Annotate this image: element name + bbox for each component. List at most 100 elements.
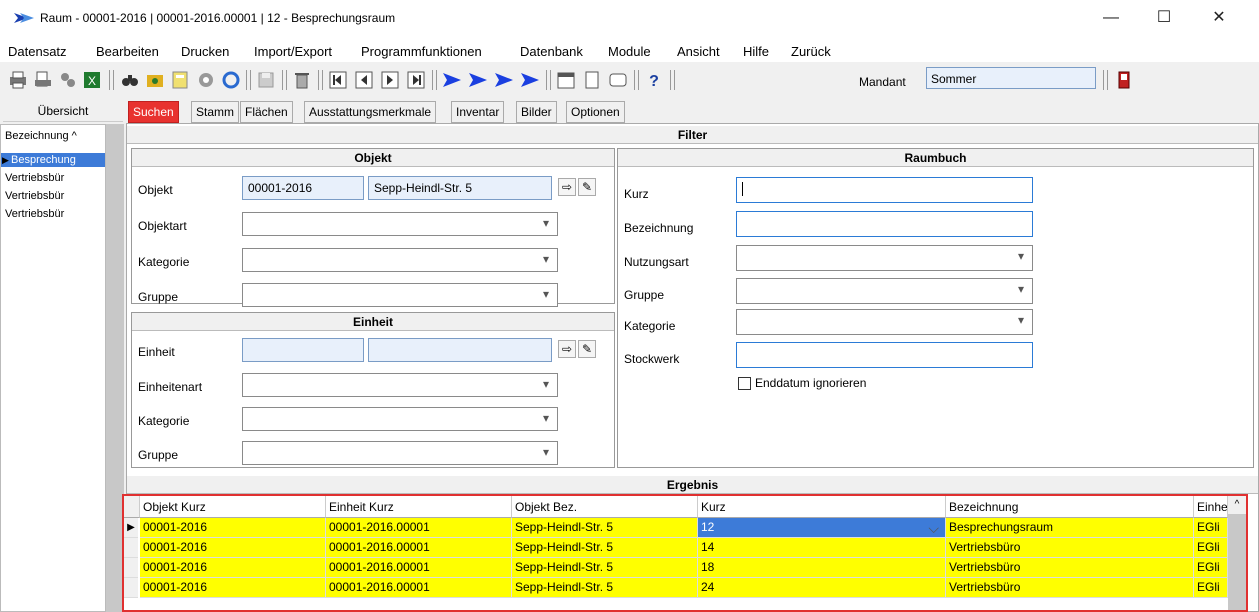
menu-module[interactable]: Module (608, 44, 651, 59)
table-row[interactable]: ▶ 00001-2016 00001-2016.00001 Sepp-Heind… (124, 518, 1228, 538)
maximize-button[interactable]: ☐ (1144, 6, 1184, 30)
menu-datenbank[interactable]: Datenbank (520, 44, 583, 59)
delete-icon[interactable] (292, 70, 312, 90)
arrow-si-icon[interactable] (494, 70, 514, 90)
exit-door-icon[interactable] (1114, 70, 1134, 90)
excel-icon[interactable]: X (82, 70, 102, 90)
menu-drucken[interactable]: Drucken (181, 44, 229, 59)
table-cell: 00001-2016 (140, 538, 326, 558)
tab-ausstattungsmerkmale[interactable]: Ausstattungsmerkmale (304, 101, 437, 123)
list-item[interactable]: Vertriebsbür (1, 207, 105, 221)
objekt-gruppe-select[interactable]: ▾ (242, 283, 558, 307)
list-item[interactable]: Vertriebsbür (1, 189, 105, 203)
app-arrow-icon (14, 13, 34, 23)
tab-inventar[interactable]: Inventar (451, 101, 505, 123)
refresh-icon[interactable] (221, 70, 241, 90)
tab-optionen[interactable]: Optionen (566, 101, 625, 123)
menu-bearbeiten[interactable]: Bearbeiten (96, 44, 159, 59)
column-header[interactable]: Kurz (698, 496, 946, 518)
einheit-gruppe-select[interactable]: ▾ (242, 441, 558, 465)
objekt-gruppe-label: Gruppe (138, 290, 179, 304)
open-folder-icon[interactable] (145, 70, 165, 90)
arrow-right-icon[interactable]: ⇨ (558, 340, 576, 358)
bezeichnung-input[interactable] (736, 211, 1033, 237)
kurz-input[interactable] (736, 177, 1033, 203)
enddatum-checkbox[interactable] (738, 377, 751, 390)
binoculars-icon[interactable] (120, 70, 140, 90)
table-cell: EGli (1194, 578, 1228, 598)
tab-flaechen[interactable]: Flächen (240, 101, 293, 123)
objekt-name-field[interactable]: Sepp-Heindl-Str. 5 (368, 176, 552, 200)
einheit-number-field[interactable] (242, 338, 364, 362)
list-header[interactable]: Bezeichnung ^ (1, 129, 105, 143)
einheit-label: Einheit (138, 345, 175, 359)
column-header[interactable]: Bezeichnung (946, 496, 1194, 518)
table-row[interactable]: 00001-2016 00001-2016.00001 Sepp-Heindl-… (124, 578, 1228, 598)
column-header[interactable]: Einheit Kurz (326, 496, 512, 518)
title-bar: Raum - 00001-2016 | 00001-2016.00001 | 1… (0, 0, 1259, 40)
minimize-button[interactable]: — (1091, 6, 1131, 30)
table-row[interactable]: 00001-2016 00001-2016.00001 Sepp-Heindl-… (124, 538, 1228, 558)
print-preview-icon[interactable] (33, 70, 53, 90)
nutzungsart-select[interactable]: ▾ (736, 245, 1033, 271)
lookup-icon[interactable]: ✎ (578, 178, 596, 196)
arrow-si-icon[interactable] (468, 70, 488, 90)
text-cursor (742, 182, 743, 196)
objekt-kategorie-select[interactable]: ▾ (242, 248, 558, 272)
mandant-field[interactable]: Sommer (926, 67, 1096, 89)
table-cell: 00001-2016 (140, 518, 326, 538)
objekt-number-field[interactable]: 00001-2016 (242, 176, 364, 200)
menu-hilfe[interactable]: Hilfe (743, 44, 769, 59)
arrow-right-icon[interactable]: ⇨ (558, 178, 576, 196)
menu-zurueck[interactable]: Zurück (791, 44, 831, 59)
close-button[interactable]: ✕ (1199, 6, 1239, 30)
einheit-name-field[interactable] (368, 338, 552, 362)
menu-programmfunktionen[interactable]: Programmfunktionen (361, 44, 482, 59)
table-row[interactable]: 00001-2016 00001-2016.00001 Sepp-Heindl-… (124, 558, 1228, 578)
first-record-icon[interactable] (328, 70, 348, 90)
column-header[interactable]: Objekt Kurz (140, 496, 326, 518)
export-icon[interactable] (58, 70, 78, 90)
einheit-kategorie-select[interactable]: ▾ (242, 407, 558, 431)
overview-tab[interactable]: Übersicht (3, 100, 123, 122)
raumbuch-group: Raumbuch Kurz Bezeichnung Nutzungsart ▾ … (617, 148, 1254, 468)
result-scrollbar[interactable]: ^ (1228, 496, 1246, 610)
list-item[interactable]: Vertriebsbür (1, 171, 105, 185)
help-icon[interactable]: ? (644, 70, 664, 90)
column-header[interactable]: Einhe (1194, 496, 1228, 518)
save-icon[interactable] (256, 70, 276, 90)
document-icon[interactable] (582, 70, 602, 90)
bezeichnung-label: Bezeichnung (624, 221, 694, 235)
raumbuch-kategorie-select[interactable]: ▾ (736, 309, 1033, 335)
list-item[interactable]: ▶ Besprechung (1, 153, 105, 167)
menu-import-export[interactable]: Import/Export (254, 44, 332, 59)
table-cell: EGli (1194, 558, 1228, 578)
stockwerk-input[interactable] (736, 342, 1033, 368)
arrow-si-icon[interactable] (520, 70, 540, 90)
settings-icon[interactable] (196, 70, 216, 90)
tab-suchen[interactable]: Suchen (128, 101, 179, 123)
chevron-down-icon: ▾ (542, 411, 549, 425)
scroll-up-icon[interactable]: ^ (1228, 496, 1246, 514)
chat-icon[interactable] (608, 70, 628, 90)
next-record-icon[interactable] (380, 70, 400, 90)
table-cell: 12 (698, 518, 946, 538)
previous-record-icon[interactable] (354, 70, 374, 90)
calendar-icon[interactable] (556, 70, 576, 90)
toolbar-separator (109, 70, 114, 90)
objektart-select[interactable]: ▾ (242, 212, 558, 236)
tab-bilder[interactable]: Bilder (516, 101, 557, 123)
raumbuch-kategorie-label: Kategorie (624, 319, 676, 333)
calculator-icon[interactable] (170, 70, 190, 90)
column-header[interactable]: Objekt Bez. (512, 496, 698, 518)
raumbuch-gruppe-select[interactable]: ▾ (736, 278, 1033, 304)
last-record-icon[interactable] (406, 70, 426, 90)
tab-stamm[interactable]: Stamm (191, 101, 240, 123)
arrow-si-icon[interactable] (442, 70, 462, 90)
window-title: Raum - 00001-2016 | 00001-2016.00001 | 1… (40, 11, 396, 25)
einheitenart-select[interactable]: ▾ (242, 373, 558, 397)
menu-ansicht[interactable]: Ansicht (677, 44, 720, 59)
print-icon[interactable] (8, 70, 28, 90)
menu-datensatz[interactable]: Datensatz (8, 44, 67, 59)
lookup-icon[interactable]: ✎ (578, 340, 596, 358)
